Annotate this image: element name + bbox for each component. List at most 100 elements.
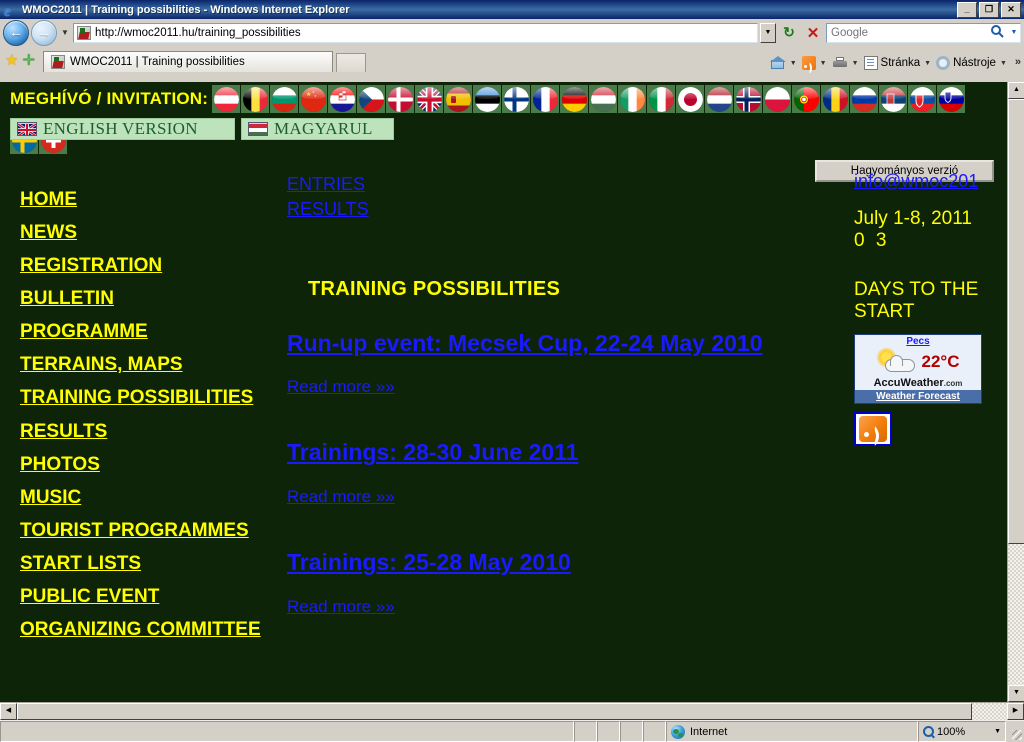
bulgaria-flag-cell[interactable] bbox=[270, 85, 299, 113]
vertical-scroll-track[interactable] bbox=[1008, 544, 1024, 685]
slovenia-flag-cell[interactable] bbox=[937, 85, 966, 113]
denmark-flag-cell[interactable] bbox=[386, 85, 415, 113]
nav-photos[interactable]: PHOTOS bbox=[20, 455, 270, 474]
zoom-caret-icon[interactable]: ▼ bbox=[994, 728, 1001, 735]
feeds-caret-icon[interactable]: ▼ bbox=[820, 60, 827, 67]
page-menu-button[interactable]: Stránka bbox=[863, 56, 922, 70]
nav-news[interactable]: NEWS bbox=[20, 223, 270, 242]
back-button[interactable]: ← bbox=[3, 19, 29, 46]
scroll-down-button[interactable]: ▼ bbox=[1008, 685, 1024, 702]
tools-menu-button[interactable]: Nástroje bbox=[935, 56, 997, 70]
print-button[interactable] bbox=[831, 56, 849, 70]
home-button[interactable] bbox=[769, 56, 787, 70]
stop-button[interactable]: ✕ bbox=[802, 22, 824, 44]
russia-flag-cell[interactable] bbox=[850, 85, 879, 113]
forward-button[interactable]: → bbox=[31, 19, 57, 46]
nav-registration[interactable]: REGISTRATION bbox=[20, 256, 270, 275]
china-flag-cell[interactable]: ★ ★ ★ bbox=[299, 85, 328, 113]
japan-flag-cell[interactable] bbox=[676, 85, 705, 113]
magyarul-button[interactable]: MAGYARUL bbox=[241, 118, 394, 140]
finland-flag-cell[interactable] bbox=[502, 85, 531, 113]
home-caret-icon[interactable]: ▼ bbox=[790, 60, 797, 67]
nav-terrains-maps[interactable]: TERRAINS, MAPS bbox=[20, 355, 270, 374]
search-input[interactable] bbox=[827, 25, 986, 40]
ireland-flag-cell[interactable] bbox=[618, 85, 647, 113]
resize-grip[interactable] bbox=[1006, 721, 1024, 742]
toolbar-overflow-button[interactable]: » bbox=[1015, 56, 1021, 68]
poland-flag-cell[interactable] bbox=[763, 85, 792, 113]
address-dropdown-button[interactable]: ▼ bbox=[760, 22, 776, 43]
security-zone[interactable]: Internet bbox=[666, 721, 918, 742]
contact-email-link[interactable]: info@wmoc201 bbox=[854, 171, 1007, 192]
link-results[interactable]: RESULTS bbox=[287, 197, 832, 222]
nav-public-event[interactable]: PUBLIC EVENT bbox=[20, 587, 270, 606]
page-menu-caret-icon[interactable]: ▼ bbox=[924, 60, 931, 67]
search-box[interactable]: ▼ bbox=[826, 22, 1021, 43]
belgium-flag-cell[interactable] bbox=[241, 85, 270, 113]
forward-arrow-icon: → bbox=[37, 23, 51, 40]
czech-republic-flag-cell[interactable] bbox=[357, 85, 386, 113]
united-kingdom-flag-cell[interactable] bbox=[415, 85, 444, 113]
austria-flag-cell[interactable] bbox=[212, 85, 241, 113]
article-title-link[interactable]: Trainings: 28-30 June 2011 bbox=[287, 440, 832, 466]
browser-tab[interactable]: WMOC2011 | Training possibilities bbox=[43, 51, 334, 72]
vertical-scrollbar[interactable]: ▲ ▼ bbox=[1007, 82, 1024, 702]
nav-results[interactable]: RESULTS bbox=[20, 422, 270, 441]
serbia-flag-cell[interactable] bbox=[879, 85, 908, 113]
nav-training-possibilities[interactable]: TRAINING POSSIBILITIES bbox=[20, 388, 270, 408]
feeds-button[interactable] bbox=[801, 56, 817, 70]
romania-flag-cell[interactable] bbox=[821, 85, 850, 113]
nav-programme[interactable]: PROGRAMME bbox=[20, 322, 270, 341]
minimize-button[interactable]: _ bbox=[957, 1, 977, 18]
nav-tourist-programmes[interactable]: TOURIST PROGRAMMES bbox=[20, 520, 270, 541]
search-dropdown-caret-icon[interactable]: ▼ bbox=[1008, 29, 1020, 36]
new-tab-button[interactable] bbox=[336, 53, 367, 72]
slovakia-flag-cell[interactable] bbox=[908, 85, 937, 113]
horizontal-scroll-thumb[interactable] bbox=[17, 703, 972, 720]
rss-feed-button[interactable] bbox=[854, 411, 892, 446]
close-button[interactable]: ✕ bbox=[1001, 1, 1021, 18]
link-entries[interactable]: ENTRIES bbox=[287, 172, 832, 197]
norway-flag-cell[interactable] bbox=[734, 85, 763, 113]
nav-music[interactable]: MUSIC bbox=[20, 488, 270, 507]
portugal-flag-cell[interactable] bbox=[792, 85, 821, 113]
estonia-flag-cell[interactable] bbox=[473, 85, 502, 113]
accuweather-widget[interactable]: Pecs 22°C AccuWeather.com Weather Foreca… bbox=[854, 333, 982, 404]
france-flag-cell[interactable] bbox=[531, 85, 560, 113]
zoom-control[interactable]: 100% ▼ bbox=[918, 721, 1006, 742]
read-more-link[interactable]: Read more »» bbox=[287, 377, 395, 397]
nav-bulletin[interactable]: BULLETIN bbox=[20, 289, 270, 308]
tools-menu-caret-icon[interactable]: ▼ bbox=[1000, 60, 1007, 67]
hungary-flag-cell[interactable] bbox=[589, 85, 618, 113]
favorites-star-icon[interactable]: ★ bbox=[5, 53, 18, 68]
vertical-scroll-thumb[interactable] bbox=[1008, 99, 1024, 544]
scroll-right-button[interactable]: ▶ bbox=[1007, 703, 1024, 720]
horizontal-scroll-track[interactable] bbox=[972, 703, 1007, 720]
ireland-flag bbox=[619, 86, 645, 112]
article-title-link[interactable]: Run-up event: Mecsek Cup, 22-24 May 2010 bbox=[287, 330, 832, 357]
print-caret-icon[interactable]: ▼ bbox=[852, 60, 859, 67]
read-more-link[interactable]: Read more »» bbox=[287, 597, 395, 617]
spain-flag-cell[interactable] bbox=[444, 85, 473, 113]
refresh-button[interactable]: ↻ bbox=[778, 22, 800, 44]
netherlands-flag-cell[interactable] bbox=[705, 85, 734, 113]
article-title-link[interactable]: Trainings: 25-28 May 2010 bbox=[287, 549, 832, 576]
horizontal-scrollbar[interactable]: ◀ ▶ bbox=[0, 702, 1024, 720]
restore-button[interactable]: ❐ bbox=[979, 1, 999, 18]
germany-flag-cell[interactable] bbox=[560, 85, 589, 113]
scroll-left-button[interactable]: ◀ bbox=[0, 703, 17, 720]
nav-organizing-committee[interactable]: ORGANIZING COMMITTEE bbox=[20, 620, 270, 640]
weather-city-label[interactable]: Pecs bbox=[855, 336, 981, 347]
nav-start-lists[interactable]: START LISTS bbox=[20, 554, 270, 573]
weather-forecast-link[interactable]: Weather Forecast bbox=[855, 389, 981, 403]
history-dropdown-button[interactable]: ▼ bbox=[59, 28, 71, 37]
italy-flag-cell[interactable] bbox=[647, 85, 676, 113]
scroll-up-button[interactable]: ▲ bbox=[1008, 82, 1024, 99]
croatia-flag-cell[interactable] bbox=[328, 85, 357, 113]
nav-home[interactable]: HOME bbox=[20, 190, 270, 209]
english-version-button[interactable]: ENGLISH VERSION bbox=[10, 118, 235, 140]
search-icon[interactable] bbox=[986, 24, 1008, 41]
read-more-link[interactable]: Read more »» bbox=[287, 487, 395, 507]
add-to-favorites-icon[interactable]: ✛ bbox=[22, 53, 35, 68]
address-bar[interactable]: http://wmoc2011.hu/training_possibilitie… bbox=[73, 22, 758, 43]
